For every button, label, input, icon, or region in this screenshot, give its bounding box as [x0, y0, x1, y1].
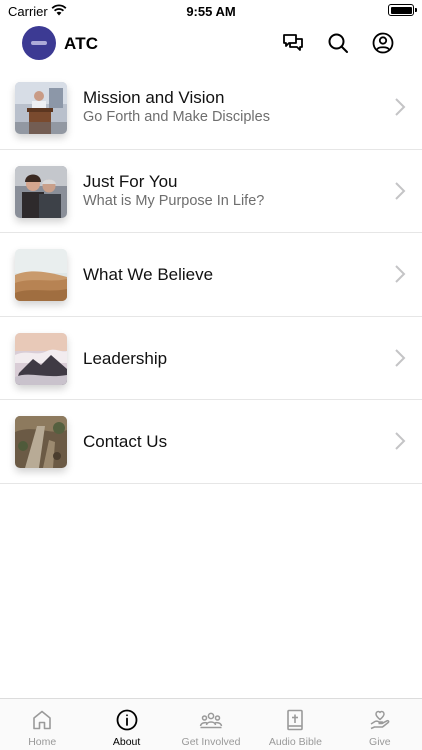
list-item-contact-us[interactable]: Contact Us [0, 400, 422, 484]
list-item-just-for-you[interactable]: Just For You What is My Purpose In Life? [0, 150, 422, 233]
give-hand-icon [370, 710, 390, 730]
item-title: Just For You [83, 171, 178, 191]
clock: 9:55 AM [186, 4, 236, 19]
search-icon [328, 33, 348, 53]
tab-about[interactable]: About [84, 699, 168, 750]
tab-label: Get Involved [181, 736, 241, 748]
chevron-right-icon [395, 348, 406, 367]
tab-bar: Home About Get Involved Audio Bible Give [0, 698, 422, 750]
tab-label: About [112, 736, 141, 748]
status-bar: Carrier 9:55 AM [0, 0, 422, 22]
chevron-right-icon [395, 265, 406, 283]
profile-button[interactable] [370, 30, 396, 56]
item-subtitle: Go Forth and Make Disciples [83, 109, 270, 125]
item-title: Mission and Vision [83, 88, 225, 107]
battery-icon [388, 4, 417, 16]
tab-label: Give [369, 736, 391, 748]
tab-audio-bible[interactable]: Audio Bible [253, 699, 337, 750]
info-icon [116, 709, 138, 731]
messages-button[interactable] [280, 30, 306, 56]
app-title: ATC [64, 34, 99, 53]
item-title: What We Believe [83, 265, 214, 284]
app-header: ATC [0, 24, 422, 64]
mission-thumbnail [15, 82, 67, 134]
user-circle-icon [372, 32, 394, 54]
about-list: Mission and Vision Go Forth and Make Dis… [0, 66, 422, 484]
item-subtitle: What is My Purpose In Life? [83, 192, 265, 209]
list-item-mission-and-vision[interactable]: Mission and Vision Go Forth and Make Dis… [0, 66, 422, 150]
list-item-what-we-believe[interactable]: What We Believe [0, 233, 422, 317]
list-item-leadership[interactable]: Leadership [0, 317, 422, 400]
chevron-right-icon [395, 432, 406, 450]
tab-get-involved[interactable]: Get Involved [169, 699, 253, 750]
app-logo[interactable] [22, 26, 56, 60]
item-title: Leadership [83, 348, 168, 368]
chevron-right-icon [395, 181, 406, 200]
tab-label: Audio Bible [268, 736, 322, 748]
leadership-thumbnail [15, 332, 67, 385]
tab-label: Home [28, 736, 57, 748]
contact-us-thumbnail [15, 416, 67, 468]
just-for-you-thumbnail [15, 165, 67, 218]
search-button[interactable] [325, 30, 351, 56]
tab-home[interactable]: Home [0, 699, 84, 750]
home-icon [33, 710, 52, 730]
group-icon [199, 712, 223, 729]
chevron-right-icon [395, 98, 406, 116]
tab-give[interactable]: Give [338, 699, 422, 750]
bible-icon [287, 709, 304, 731]
chat-bubbles-icon [283, 34, 303, 51]
item-title: Contact Us [83, 432, 168, 451]
what-we-believe-thumbnail [15, 249, 67, 301]
